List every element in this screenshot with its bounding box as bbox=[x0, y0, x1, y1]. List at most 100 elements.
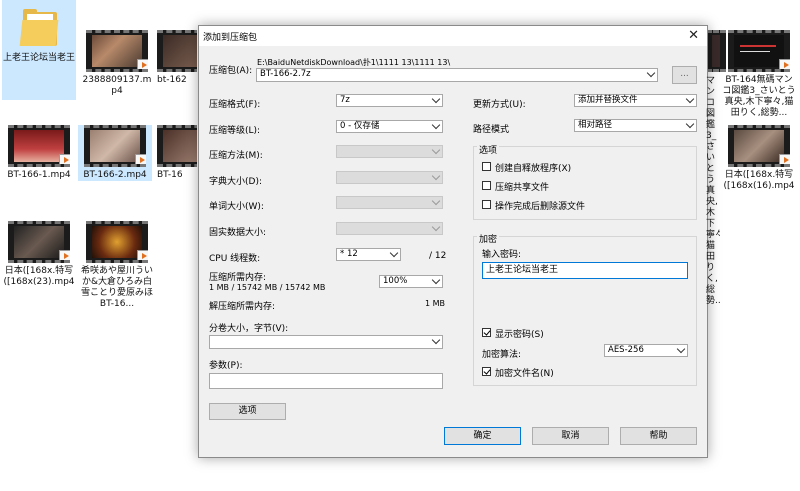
path-mode-value: 相对路径 bbox=[578, 120, 613, 130]
enc-method-select[interactable]: AES-256 bbox=[604, 344, 688, 357]
file-tile-video[interactable]: 日本([168x.特写([168x(16).mp4 bbox=[722, 125, 796, 192]
chevron-down-icon bbox=[431, 171, 441, 181]
archive-label: 压缩包(A): bbox=[209, 66, 253, 76]
video-thumbnail bbox=[8, 221, 70, 263]
solid-select bbox=[336, 222, 443, 235]
archive-name-combo[interactable]: BT-166-2.7z bbox=[256, 68, 658, 82]
help-button[interactable]: 帮助 bbox=[620, 427, 697, 445]
video-thumbnail bbox=[86, 30, 148, 72]
enc-method-label: 加密算法: bbox=[482, 350, 522, 360]
encrypt-names-label: 加密文件名(N) bbox=[495, 369, 554, 379]
chevron-down-icon bbox=[431, 335, 441, 345]
cpu-select[interactable]: * 12 bbox=[336, 248, 401, 261]
params-input[interactable] bbox=[209, 373, 443, 389]
file-tile-folder[interactable]: 上老王论坛当老王 bbox=[2, 0, 76, 100]
delete-source-label: 操作完成后删除源文件 bbox=[495, 202, 586, 212]
file-label: 上老王论坛当老王 bbox=[2, 53, 75, 63]
mem-percent-select[interactable]: 100% bbox=[379, 275, 443, 288]
show-password-checkbox[interactable] bbox=[482, 328, 491, 337]
password-input[interactable]: 上老王论坛当老王 bbox=[482, 262, 688, 279]
play-icon bbox=[779, 59, 790, 69]
password-label: 输入密码: bbox=[482, 250, 522, 260]
chevron-down-icon bbox=[685, 94, 695, 104]
dict-label: 字典大小(D): bbox=[209, 177, 262, 187]
file-label: BT-166-1.mp4 bbox=[7, 170, 71, 180]
dialog-title: 添加到压缩包 bbox=[203, 33, 258, 43]
format-select[interactable]: 7z bbox=[336, 94, 443, 107]
chevron-down-icon bbox=[431, 222, 441, 232]
archive-path: E:\BaiduNetdiskDownload\扑1\1111 13\1111 … bbox=[257, 58, 451, 67]
level-select[interactable]: 0 - 仅存储 bbox=[336, 120, 443, 133]
level-value: 0 - 仅存储 bbox=[340, 121, 380, 131]
split-select[interactable] bbox=[209, 335, 443, 349]
shared-checkbox[interactable] bbox=[482, 181, 491, 190]
mem-label: 压缩所需内存: bbox=[209, 273, 267, 283]
file-tile-video[interactable]: 日本([168x.特写([168x(23).mp4 bbox=[2, 221, 76, 288]
format-value: 7z bbox=[340, 95, 350, 105]
shared-label: 压缩共享文件 bbox=[495, 183, 550, 193]
file-label: 日本([168x.特写([168x(16).mp4 bbox=[723, 170, 795, 191]
cpu-value: * 12 bbox=[340, 249, 358, 259]
file-label: マンコ図鑑3_さいとう真央,木下寧々,猫田りく,総勢... bbox=[706, 76, 720, 306]
encryption-group-title: 加密 bbox=[477, 232, 500, 245]
file-tile-video[interactable]: bt-162 bbox=[157, 30, 197, 86]
options-button[interactable]: 选项 bbox=[209, 403, 286, 420]
play-icon bbox=[59, 250, 70, 260]
file-tile-partial[interactable]: マンコ図鑑3_さいとう真央,木下寧々,猫田りく,総勢... bbox=[706, 73, 720, 307]
file-label: 日本([168x.特写([168x(23).mp4 bbox=[3, 266, 75, 287]
decomp-label: 解压缩所需内存: bbox=[209, 302, 276, 312]
file-tile-video[interactable]: BT-166-1.mp4 bbox=[2, 125, 76, 181]
sfx-checkbox[interactable] bbox=[482, 162, 491, 171]
chevron-down-icon bbox=[431, 196, 441, 206]
add-to-archive-dialog: 添加到压缩包 ✕ 压缩包(A): E:\BaiduNetdiskDownload… bbox=[198, 25, 708, 458]
play-icon bbox=[137, 250, 148, 260]
browse-button[interactable]: ... bbox=[672, 66, 697, 84]
cpu-total: / 12 bbox=[429, 251, 447, 261]
video-thumbnail bbox=[728, 125, 790, 167]
video-thumbnail bbox=[86, 221, 148, 263]
archive-name-value: BT-166-2.7z bbox=[260, 69, 311, 79]
format-label: 压缩格式(F): bbox=[209, 100, 261, 110]
chevron-down-icon bbox=[676, 344, 686, 354]
cancel-button[interactable]: 取消 bbox=[532, 427, 609, 445]
split-label: 分卷大小，字节(V): bbox=[209, 324, 289, 334]
options-group-title: 选项 bbox=[477, 143, 500, 156]
path-mode-select[interactable]: 相对路径 bbox=[574, 119, 697, 132]
chevron-down-icon bbox=[685, 119, 695, 129]
chevron-down-icon bbox=[389, 248, 399, 258]
video-thumbnail bbox=[8, 125, 70, 167]
video-thumbnail bbox=[157, 30, 197, 72]
close-icon[interactable]: ✕ bbox=[688, 28, 699, 43]
file-label: bt-162 bbox=[157, 75, 187, 85]
play-icon bbox=[779, 154, 790, 164]
file-tile-video[interactable]: BT-164無碼マンコ図鑑3_さいとう真央,木下寧々,猫田りく,総勢... bbox=[722, 30, 796, 119]
video-thumbnail bbox=[84, 125, 146, 167]
update-select[interactable]: 添加并替换文件 bbox=[574, 94, 697, 107]
play-icon bbox=[137, 59, 148, 69]
update-label: 更新方式(U): bbox=[473, 100, 526, 110]
chevron-down-icon bbox=[431, 120, 441, 130]
encrypt-names-checkbox[interactable] bbox=[482, 367, 491, 376]
video-thumbnail bbox=[157, 125, 197, 167]
play-icon bbox=[135, 154, 146, 164]
solid-label: 固实数据大小: bbox=[209, 228, 267, 238]
chevron-down-icon bbox=[431, 145, 441, 155]
delete-source-checkbox[interactable] bbox=[482, 200, 491, 209]
file-tile-video[interactable]: BT-166-2.mp4 bbox=[78, 125, 152, 181]
file-label: BT-166-2.mp4 bbox=[83, 170, 147, 180]
mem-percent-value: 100% bbox=[383, 276, 408, 286]
file-label: 希咲あや屋川うい か&大倉ひろみ白雪ことり愛原みほBT-16... bbox=[80, 266, 153, 309]
dialog-titlebar: 添加到压缩包 ✕ bbox=[199, 26, 707, 46]
chevron-down-icon bbox=[431, 94, 441, 104]
folder-icon bbox=[17, 6, 61, 50]
file-tile-video[interactable]: BT-16 bbox=[157, 125, 197, 181]
update-value: 添加并替换文件 bbox=[578, 95, 638, 105]
file-tile-video[interactable]: 2388809137.mp4 bbox=[80, 30, 154, 97]
method-select bbox=[336, 145, 443, 158]
level-label: 压缩等级(L): bbox=[209, 126, 261, 136]
cpu-label: CPU 线程数: bbox=[209, 254, 261, 264]
file-label: BT-16 bbox=[157, 170, 183, 180]
params-label: 参数(P): bbox=[209, 361, 243, 371]
file-tile-video[interactable]: 希咲あや屋川うい か&大倉ひろみ白雪ことり愛原みほBT-16... bbox=[80, 221, 154, 310]
ok-button[interactable]: 确定 bbox=[444, 427, 521, 445]
